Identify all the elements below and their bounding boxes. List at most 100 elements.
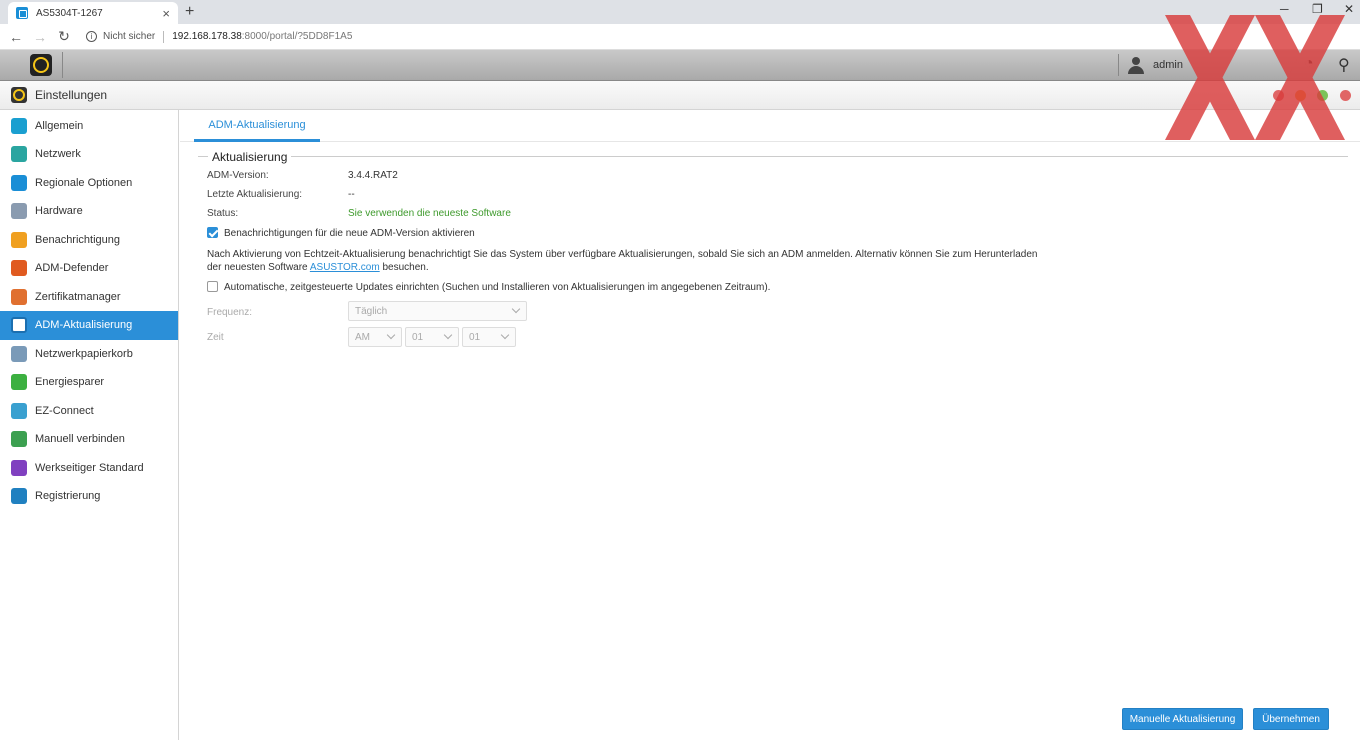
time-ampm-value: AM bbox=[355, 331, 370, 343]
browser-tab[interactable]: AS5304T-1267 × bbox=[8, 2, 178, 24]
window-dot-icon[interactable] bbox=[1273, 90, 1284, 101]
sidebar-item-label: Zertifikatmanager bbox=[35, 290, 121, 303]
close-tab-icon[interactable]: × bbox=[162, 6, 170, 21]
sidebar-item-label: ADM-Aktualisierung bbox=[35, 319, 133, 331]
sidebar-item-label: Netzwerkpapierkorb bbox=[35, 347, 133, 360]
forward-arrow-icon[interactable]: → bbox=[28, 29, 52, 45]
sidebar-item-manuell-verbinden[interactable]: Manuell verbinden bbox=[0, 425, 178, 454]
sidebar-item-benachrichtigung[interactable]: Benachrichtigung bbox=[0, 225, 178, 254]
sidebar-item-adm-defender[interactable]: ADM-Defender bbox=[0, 254, 178, 283]
url-host: 192.168.178.38 bbox=[172, 31, 242, 42]
certificate-icon bbox=[11, 288, 27, 305]
sidebar-item-zertifikatmanager[interactable]: Zertifikatmanager bbox=[0, 282, 178, 311]
tab-adm-update[interactable]: ADM-Aktualisierung bbox=[194, 110, 320, 142]
adm-taskbar: admin ◔ ⚲ bbox=[0, 50, 1360, 81]
sidebar-item-regionale-optionen[interactable]: Regionale Optionen bbox=[0, 168, 178, 197]
activity-monitor-icon[interactable]: ◔ bbox=[1304, 55, 1314, 73]
section-title: Aktualisierung bbox=[208, 150, 292, 164]
sidebar-item-label: ADM-Defender bbox=[35, 262, 109, 274]
cloud-icon bbox=[11, 402, 27, 419]
settings-sidebar: Allgemein Netzwerk Regionale Optionen Hardw… bbox=[0, 110, 179, 740]
settings-app-title-icon bbox=[11, 87, 27, 103]
section-divider bbox=[198, 156, 1348, 157]
taskbar-separator bbox=[62, 52, 63, 78]
defender-icon bbox=[11, 260, 27, 276]
frequency-value: Täglich bbox=[355, 305, 388, 317]
connect-icon bbox=[11, 431, 27, 447]
frequency-select[interactable]: Täglich bbox=[348, 301, 527, 321]
auto-update-checkbox[interactable] bbox=[207, 281, 218, 292]
sidebar-item-label: Registrierung bbox=[35, 490, 101, 502]
window-close-button[interactable]: ✕ bbox=[1344, 2, 1354, 16]
sidebar-item-ez-connect[interactable]: EZ-Connect bbox=[0, 396, 178, 425]
chevron-down-icon bbox=[443, 330, 453, 340]
recycle-bin-icon bbox=[11, 345, 27, 362]
info-icon[interactable]: i bbox=[86, 31, 97, 42]
chevron-down-icon bbox=[500, 330, 510, 340]
sidebar-item-label: EZ-Connect bbox=[35, 404, 94, 417]
address-bar: ← → ↻ i Nicht sicher 192.168.178.38 :800… bbox=[0, 24, 1360, 68]
sidebar-item-energiesparer[interactable]: Energiesparer bbox=[0, 368, 178, 397]
browser-tabstrip: AS5304T-1267 × + ─ ❐ ✕ bbox=[0, 0, 1360, 24]
user-icon bbox=[1127, 56, 1145, 74]
tab-bar: ADM-Aktualisierung bbox=[180, 110, 1360, 142]
sidebar-item-adm-aktualisierung[interactable]: ADM-Aktualisierung bbox=[0, 310, 178, 340]
sidebar-item-label: Netzwerk bbox=[35, 148, 81, 160]
time-ampm-select[interactable]: AM bbox=[348, 327, 402, 347]
last-update-label: Letzte Aktualisierung: bbox=[207, 189, 303, 200]
asustor-favicon-icon bbox=[16, 7, 28, 19]
sidebar-item-label: Energiesparer bbox=[35, 376, 105, 388]
info-text-part2: besuchen. bbox=[379, 262, 429, 273]
user-menu[interactable]: admin bbox=[1118, 54, 1183, 76]
maximize-button[interactable]: ❐ bbox=[1312, 2, 1323, 16]
notify-checkbox[interactable] bbox=[207, 227, 218, 238]
apply-button[interactable]: Übernehmen bbox=[1253, 708, 1329, 730]
back-arrow-icon[interactable]: ← bbox=[4, 29, 28, 45]
notify-checkbox-label[interactable]: Benachrichtigungen für die neue ADM-Vers… bbox=[224, 228, 475, 239]
status-value: Sie verwenden die neueste Software bbox=[348, 208, 511, 219]
time-hour-select[interactable]: 01 bbox=[405, 327, 459, 347]
sidebar-item-label: Allgemein bbox=[35, 119, 84, 132]
app-title: Einstellungen bbox=[35, 88, 108, 102]
username-label: admin bbox=[1153, 59, 1183, 71]
time-hour-value: 01 bbox=[412, 331, 424, 343]
auto-update-checkbox-label[interactable]: Automatische, zeitgesteuerte Updates ein… bbox=[224, 282, 770, 293]
manual-update-button[interactable]: Manuelle Aktualisierung bbox=[1122, 708, 1243, 730]
settings-app-icon[interactable] bbox=[30, 54, 52, 76]
sidebar-item-label: Werkseitiger Standard bbox=[35, 461, 144, 474]
sidebar-item-registrierung[interactable]: Registrierung bbox=[0, 482, 178, 511]
main-content: ADM-Aktualisierung Aktualisierung ADM-Ve… bbox=[180, 110, 1360, 740]
chevron-down-icon bbox=[511, 304, 521, 314]
app-titlebar: Einstellungen bbox=[0, 81, 1360, 110]
close-dot-icon[interactable] bbox=[1340, 90, 1351, 101]
region-icon bbox=[11, 174, 27, 191]
minimize-dot-icon[interactable] bbox=[1295, 90, 1306, 101]
globe-icon bbox=[11, 146, 27, 162]
time-minute-select[interactable]: 01 bbox=[462, 327, 516, 347]
not-secure-label: Nicht sicher bbox=[103, 31, 156, 42]
general-icon bbox=[11, 117, 27, 134]
last-update-value: -- bbox=[348, 189, 355, 200]
sidebar-item-netzwerk[interactable]: Netzwerk bbox=[0, 140, 178, 169]
chevron-down-icon bbox=[386, 330, 396, 340]
sidebar-item-netzwerkpapierkorb[interactable]: Netzwerkpapierkorb bbox=[0, 339, 178, 368]
sidebar-item-label: Regionale Optionen bbox=[35, 176, 133, 189]
sidebar-item-hardware[interactable]: Hardware bbox=[0, 197, 178, 226]
new-tab-button[interactable]: + bbox=[185, 3, 194, 21]
sidebar-item-label: Benachrichtigung bbox=[35, 233, 121, 246]
sidebar-item-allgemein[interactable]: Allgemein bbox=[0, 111, 178, 140]
status-label: Status: bbox=[207, 208, 239, 219]
search-icon[interactable]: ⚲ bbox=[1338, 55, 1350, 75]
frequency-label: Frequenz: bbox=[207, 307, 253, 318]
reload-icon[interactable]: ↻ bbox=[52, 28, 76, 45]
asustor-link[interactable]: ASUSTOR.com bbox=[310, 262, 380, 273]
hardware-icon bbox=[11, 203, 27, 219]
sidebar-item-label: Manuell verbinden bbox=[35, 433, 125, 445]
minimize-button[interactable]: ─ bbox=[1280, 2, 1289, 16]
url-field[interactable]: i Nicht sicher 192.168.178.38 :8000/port… bbox=[86, 30, 352, 43]
maximize-dot-icon[interactable] bbox=[1317, 90, 1328, 101]
adm-version-value: 3.4.4.RAT2 bbox=[348, 170, 398, 181]
sidebar-item-werkseitiger-standard[interactable]: Werkseitiger Standard bbox=[0, 453, 178, 482]
browser-tab-title: AS5304T-1267 bbox=[36, 7, 103, 19]
info-text: Nach Aktivierung von Echtzeit-Aktualisie… bbox=[207, 248, 1047, 274]
